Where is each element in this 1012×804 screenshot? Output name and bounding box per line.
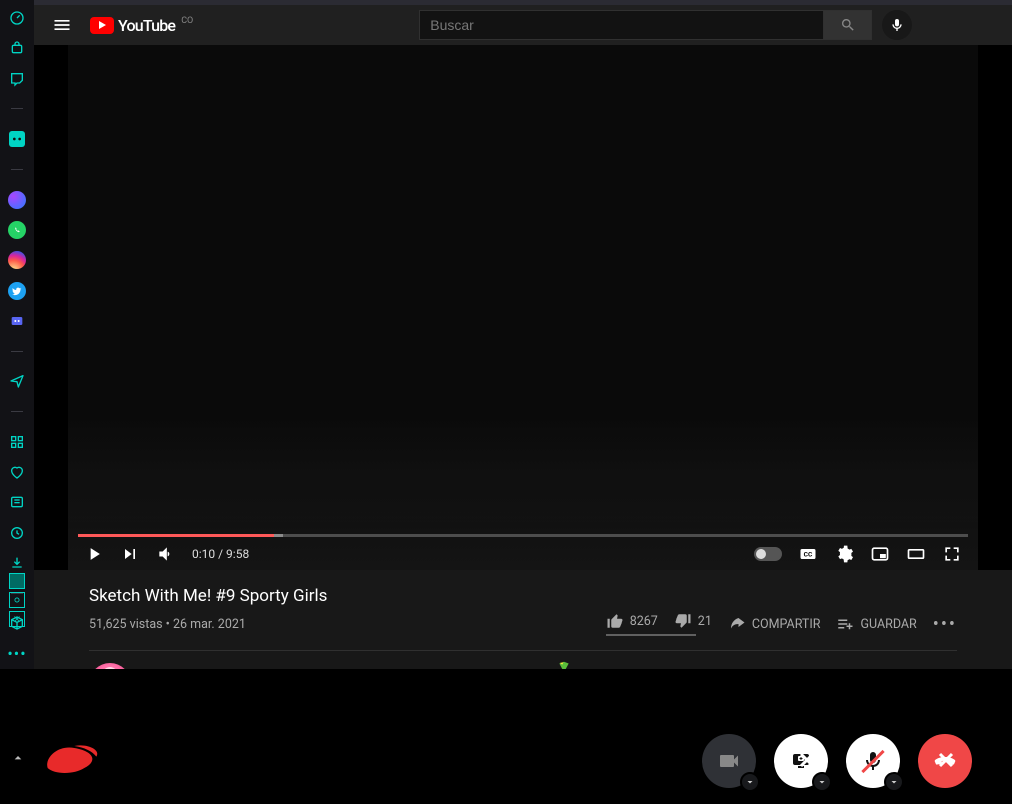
gx-ai-icon[interactable]	[0, 124, 34, 154]
camera-button[interactable]	[702, 734, 756, 788]
gx-mini-stack	[0, 573, 34, 627]
gx-apps-icon[interactable]	[0, 427, 34, 457]
gx-more-icon[interactable]: •••	[0, 639, 34, 669]
screenshare-options-icon[interactable]	[812, 772, 832, 792]
gx-gauge-icon[interactable]	[0, 3, 34, 33]
settings-button[interactable]	[830, 540, 858, 568]
yt-header: YouTube CO	[34, 5, 1012, 45]
gx-mini-panel-3-icon[interactable]	[9, 611, 25, 627]
gx-heart-icon[interactable]	[0, 457, 34, 487]
like-count: 8267	[630, 614, 658, 629]
gx-send-icon[interactable]	[0, 366, 34, 396]
sponsor-badge-icon	[557, 660, 571, 669]
search-wrap	[419, 10, 912, 40]
fullscreen-button[interactable]	[938, 540, 966, 568]
hangup-button[interactable]	[918, 734, 972, 788]
gx-clock-icon[interactable]	[0, 518, 34, 548]
gx-divider	[0, 336, 34, 366]
svg-text:CC: CC	[804, 550, 813, 558]
miniplayer-button[interactable]	[866, 540, 894, 568]
video-title: Sketch With Me! #9 Sporty Girls	[89, 586, 957, 606]
mic-options-icon[interactable]	[884, 772, 904, 792]
player-controls: 0:10 / 9:58 CC	[74, 537, 972, 570]
youtube-logo[interactable]: YouTube CO	[90, 16, 193, 35]
mic-button[interactable]	[846, 734, 900, 788]
youtube-country-code: CO	[181, 16, 193, 26]
video-player[interactable]: 0:10 / 9:58 CC	[68, 45, 978, 570]
play-button[interactable]	[80, 540, 108, 568]
youtube-logo-text: YouTube	[118, 16, 175, 35]
youtube-app: YouTube CO 0:10 / 9:5	[34, 5, 1012, 669]
search-input[interactable]	[419, 10, 824, 40]
below-video: Sketch With Me! #9 Sporty Girls 51,625 v…	[89, 570, 1012, 669]
more-actions-button[interactable]: •••	[933, 614, 957, 635]
time-display: 0:10 / 9:58	[192, 547, 249, 561]
camera-options-icon[interactable]	[740, 772, 760, 792]
captions-button[interactable]: CC	[794, 540, 822, 568]
voice-search-button[interactable]	[882, 10, 912, 40]
theater-container: 0:10 / 9:58 CC	[34, 45, 1012, 570]
dislike-button[interactable]: 21	[674, 612, 712, 630]
dislike-count: 21	[698, 614, 712, 629]
share-button[interactable]: COMPARTIR	[728, 615, 821, 633]
gx-divider	[0, 94, 34, 124]
gx-messenger-icon[interactable]	[0, 185, 34, 215]
gx-divider	[0, 154, 34, 184]
gx-divider	[0, 396, 34, 426]
gx-instagram-icon[interactable]	[0, 245, 34, 275]
gx-discord-icon[interactable]	[0, 306, 34, 336]
menu-button[interactable]	[50, 13, 74, 37]
gx-whatsapp-icon[interactable]	[0, 215, 34, 245]
volume-button[interactable]	[152, 540, 180, 568]
chevron-up-icon	[10, 750, 26, 766]
gx-twitch-icon[interactable]	[0, 64, 34, 94]
section-divider	[89, 650, 957, 651]
video-meta-text: 51,625 vistas • 26 mar. 2021	[89, 617, 246, 632]
autoplay-toggle[interactable]	[754, 547, 782, 561]
meta-row: 51,625 vistas • 26 mar. 2021 8267 21	[89, 612, 957, 636]
participant-avatar	[36, 738, 106, 778]
gx-sidebar: •••	[0, 0, 34, 669]
gx-mini-panel-1-icon[interactable]	[9, 573, 25, 589]
next-button[interactable]	[116, 540, 144, 568]
youtube-play-icon	[90, 17, 114, 34]
gx-news-icon[interactable]	[0, 487, 34, 517]
like-ratio-bar	[606, 634, 696, 636]
search-button[interactable]	[824, 10, 872, 40]
call-overlay	[0, 669, 1012, 804]
gx-store-icon[interactable]	[0, 33, 34, 63]
call-controls	[702, 734, 972, 788]
theater-button[interactable]	[902, 540, 930, 568]
participants-toggle[interactable]	[10, 738, 106, 778]
save-button[interactable]: GUARDAR	[836, 615, 916, 633]
like-button[interactable]: 8267	[606, 612, 658, 630]
gx-mini-panel-2-icon[interactable]	[9, 592, 25, 608]
screenshare-button[interactable]	[774, 734, 828, 788]
gx-twitter-icon[interactable]	[0, 275, 34, 305]
